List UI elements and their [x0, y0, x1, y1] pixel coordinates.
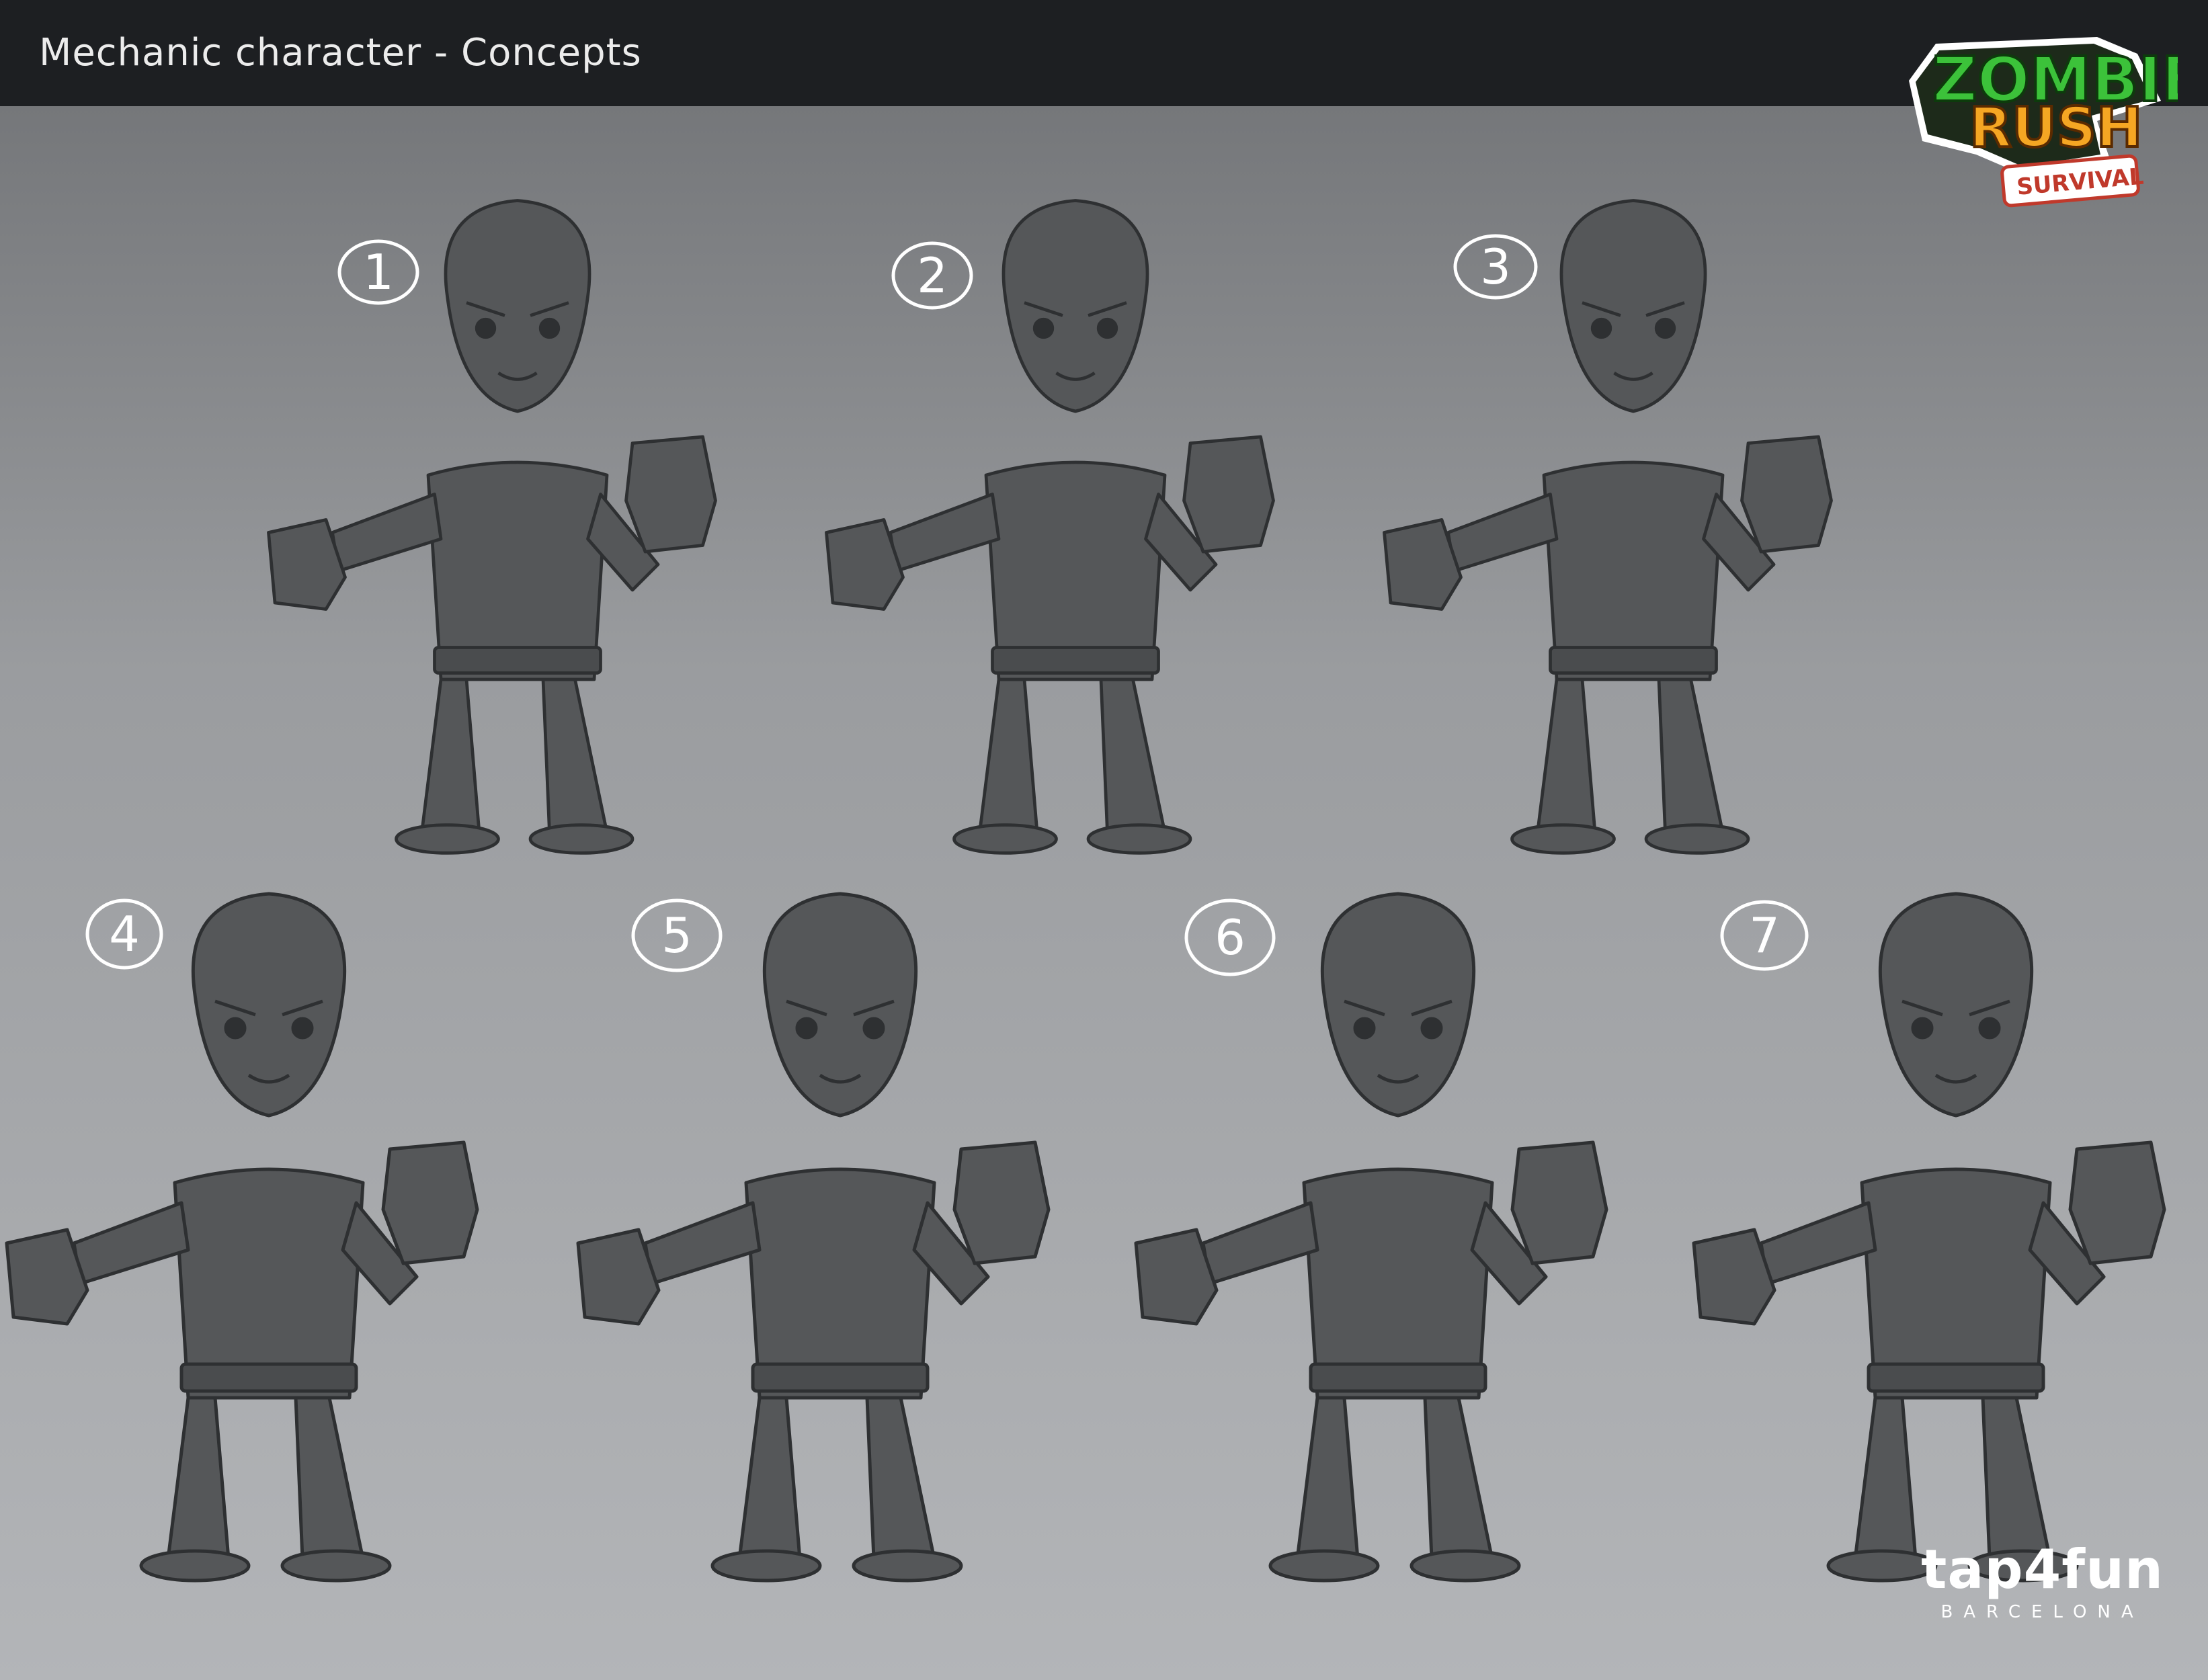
svg-text:3: 3 [1480, 239, 1511, 295]
concept-sketch-sheet: 1 2 3 4 5 6 7 [0, 0, 2208, 1680]
svg-text:4: 4 [109, 906, 140, 962]
brand-name: tap4fun [1921, 1538, 2164, 1601]
concept-number-badge: 2 [891, 241, 973, 310]
concept-figure [1136, 894, 1606, 1581]
concept-number-badge: 3 [1453, 234, 1538, 300]
concept-figure [1385, 201, 1832, 853]
brand-logo: tap4fun BARCELONA [1921, 1538, 2164, 1623]
concept-number-badge: 1 [337, 239, 419, 305]
svg-text:7: 7 [1749, 907, 1780, 964]
brand-subtitle: BARCELONA [1940, 1602, 2144, 1622]
concept-figure [268, 201, 715, 853]
concept-number-badge: 6 [1184, 898, 1276, 976]
concept-figure [7, 894, 477, 1581]
concept-figure [578, 894, 1049, 1581]
svg-text:1: 1 [363, 244, 394, 300]
concept-number-badge: 5 [631, 898, 723, 972]
concept-figure [1694, 894, 2164, 1581]
svg-text:2: 2 [917, 247, 948, 304]
concept-figure [827, 201, 1274, 853]
concept-number-badge: 7 [1720, 900, 1809, 971]
concept-number-badge: 4 [85, 898, 163, 970]
svg-text:6: 6 [1215, 909, 1245, 966]
svg-text:5: 5 [661, 907, 692, 964]
